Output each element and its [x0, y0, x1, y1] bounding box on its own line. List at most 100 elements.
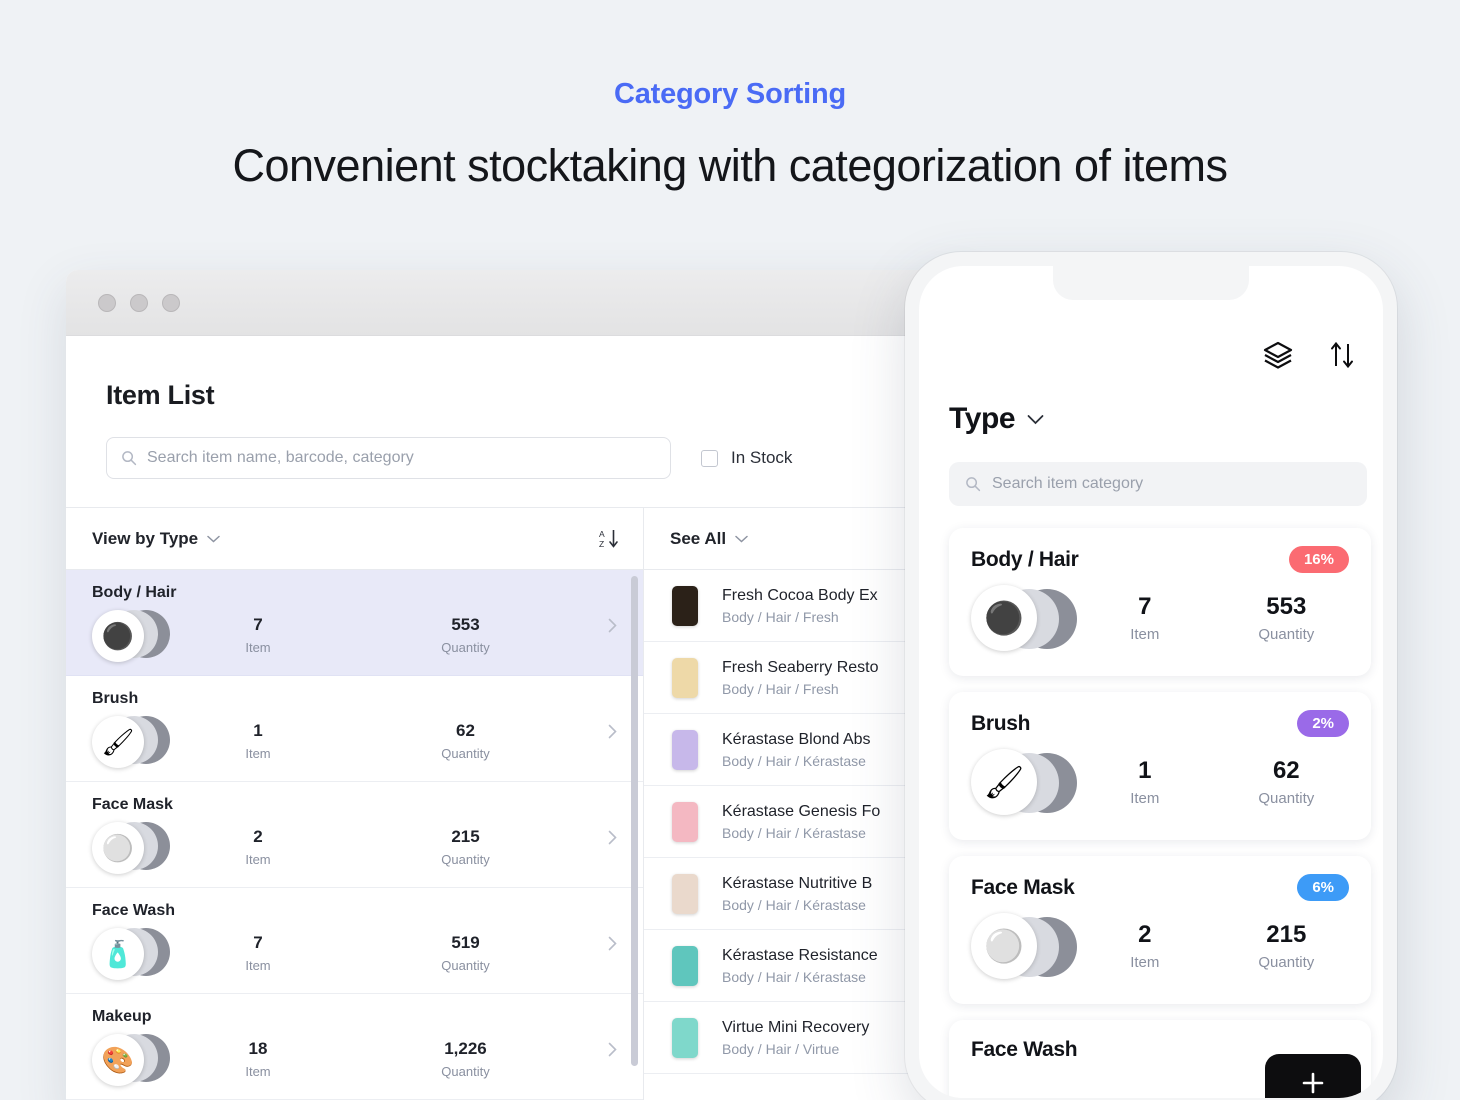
product-name: Fresh Cocoa Body Ex	[722, 587, 878, 605]
phone-category-card[interactable]: Body / Hair 16% ⚫ 7 Item 553 Quantity	[949, 528, 1371, 676]
category-stats: ⚪ 2 Item 215 Quantity	[92, 820, 619, 874]
product-name: Kérastase Blond Abs	[722, 731, 871, 749]
quantity-count: 215	[358, 827, 573, 847]
category-row[interactable]: Brush 🖌 1 Item 62 Quantity	[66, 676, 643, 782]
in-stock-checkbox[interactable]	[701, 450, 718, 467]
category-name: Face Wash	[92, 902, 619, 920]
item-stat: 18 Item	[158, 1039, 358, 1079]
sort-updown-icon[interactable]	[1329, 341, 1355, 369]
item-stat: 2 Item	[158, 827, 358, 867]
page-title: Item List	[66, 336, 978, 411]
product-name: Kérastase Resistance	[722, 947, 878, 965]
chevron-right-icon[interactable]	[608, 830, 617, 845]
category-stats: 🖌 1 Item 62 Quantity	[92, 714, 619, 768]
chevron-right-icon[interactable]	[608, 618, 617, 633]
product-image: 🖌	[971, 749, 1037, 815]
phone-search-placeholder: Search item category	[992, 475, 1143, 493]
category-thumbnail: 🎨	[92, 1032, 158, 1086]
product-text: Fresh Seaberry Resto Body / Hair / Fresh	[722, 659, 879, 697]
product-category: Body / Hair / Fresh	[722, 609, 878, 625]
window-maximize-dot[interactable]	[162, 294, 180, 312]
quantity-label: Quantity	[358, 640, 573, 655]
category-thumbnail: 🖌	[92, 714, 158, 768]
chevron-right-icon[interactable]	[608, 936, 617, 951]
window-titlebar	[66, 270, 978, 336]
category-row[interactable]: Makeup 🎨 18 Item 1,226 Quantity	[66, 994, 643, 1100]
phone-item-count: 7	[1066, 593, 1224, 621]
search-icon	[965, 476, 981, 492]
phone-card-header: Brush 2%	[971, 710, 1349, 737]
category-row[interactable]: Body / Hair ⚫ 7 Item 553 Quantity	[66, 570, 643, 676]
category-name: Makeup	[92, 1008, 619, 1026]
chevron-down-icon	[735, 535, 748, 543]
category-thumbnail: ⚪	[92, 820, 158, 874]
phone-category-card[interactable]: Brush 2% 🖌 1 Item 62 Quantity	[949, 692, 1371, 840]
svg-text:A: A	[599, 529, 605, 539]
category-stats: ⚫ 7 Item 553 Quantity	[92, 608, 619, 662]
product-thumbnail	[664, 868, 706, 920]
stack-disc-front: 🎨	[92, 1034, 144, 1086]
category-row[interactable]: Face Wash 🧴 7 Item 519 Quantity	[66, 888, 643, 994]
product-category: Body / Hair / Fresh	[722, 681, 879, 697]
status-badge: 6%	[1297, 874, 1349, 901]
item-stat: 7 Item	[158, 933, 358, 973]
sort-az-descending-icon[interactable]: A Z	[599, 528, 619, 550]
item-count: 1	[158, 721, 358, 741]
category-stats: 🧴 7 Item 519 Quantity	[92, 926, 619, 980]
see-all-dropdown[interactable]: See All	[670, 529, 748, 549]
phone-quantity-label: Quantity	[1224, 790, 1349, 807]
search-input[interactable]: Search item name, barcode, category	[106, 437, 671, 479]
phone-card-thumbnail: 🖌	[971, 749, 1066, 815]
phone-category-card[interactable]: Face Mask 6% ⚪ 2 Item 215 Quantity	[949, 856, 1371, 1004]
search-row: Search item name, barcode, category In S…	[66, 411, 978, 479]
phone-card-thumbnail: ⚪	[971, 913, 1066, 979]
window-minimize-dot[interactable]	[130, 294, 148, 312]
phone-card-title: Body / Hair	[971, 548, 1079, 572]
phone-item-count: 1	[1066, 757, 1224, 785]
phone-item-label: Item	[1066, 954, 1224, 971]
phone-category-cards: Body / Hair 16% ⚫ 7 Item 553 Quantity Br…	[949, 528, 1371, 1098]
phone-quantity-stat: 62 Quantity	[1224, 757, 1349, 807]
phone-quantity-count: 215	[1224, 921, 1349, 949]
fab-add-button[interactable]	[1265, 1054, 1361, 1098]
quantity-stat: 62 Quantity	[358, 721, 573, 761]
search-icon	[121, 450, 137, 466]
phone-quantity-stat: 215 Quantity	[1224, 921, 1349, 971]
product-name: Virtue Mini Recovery	[722, 1019, 869, 1037]
product-category: Body / Hair / Kérastase	[722, 969, 878, 985]
phone-screen: Type Search item category Body / Hair 16…	[919, 266, 1383, 1098]
view-by-type-dropdown[interactable]: View by Type	[92, 529, 220, 549]
quantity-label: Quantity	[358, 1064, 573, 1079]
view-by-type-label: View by Type	[92, 529, 198, 549]
phone-item-stat: 7 Item	[1066, 593, 1224, 643]
item-stat: 7 Item	[158, 615, 358, 655]
layers-icon[interactable]	[1263, 341, 1293, 369]
stack-disc-front: 🧴	[92, 928, 144, 980]
quantity-count: 62	[358, 721, 573, 741]
quantity-stat: 1,226 Quantity	[358, 1039, 573, 1079]
window-close-dot[interactable]	[98, 294, 116, 312]
chevron-right-icon[interactable]	[608, 724, 617, 739]
category-list-scrollbar[interactable]	[631, 576, 638, 1066]
quantity-stat: 519 Quantity	[358, 933, 573, 973]
item-count: 18	[158, 1039, 358, 1059]
product-thumbnail	[664, 652, 706, 704]
phone-search-input[interactable]: Search item category	[949, 462, 1367, 506]
chevron-right-icon[interactable]	[608, 1042, 617, 1057]
phone-header-icons	[1263, 341, 1355, 369]
in-stock-filter[interactable]: In Stock	[701, 448, 792, 468]
quantity-count: 553	[358, 615, 573, 635]
item-label: Item	[158, 852, 358, 867]
product-text: Fresh Cocoa Body Ex Body / Hair / Fresh	[722, 587, 878, 625]
phone-card-title: Face Wash	[971, 1038, 1077, 1062]
phone-mockup: Type Search item category Body / Hair 16…	[905, 252, 1397, 1100]
category-row[interactable]: Face Mask ⚪ 2 Item 215 Quantity	[66, 782, 643, 888]
product-name: Fresh Seaberry Resto	[722, 659, 879, 677]
product-category: Body / Hair / Kérastase	[722, 753, 871, 769]
hero-eyebrow: Category Sorting	[0, 78, 1460, 111]
phone-quantity-label: Quantity	[1224, 954, 1349, 971]
product-category: Body / Hair / Kérastase	[722, 897, 872, 913]
in-stock-label: In Stock	[731, 448, 792, 468]
phone-type-dropdown[interactable]: Type	[949, 402, 1044, 436]
product-thumbnail	[664, 724, 706, 776]
